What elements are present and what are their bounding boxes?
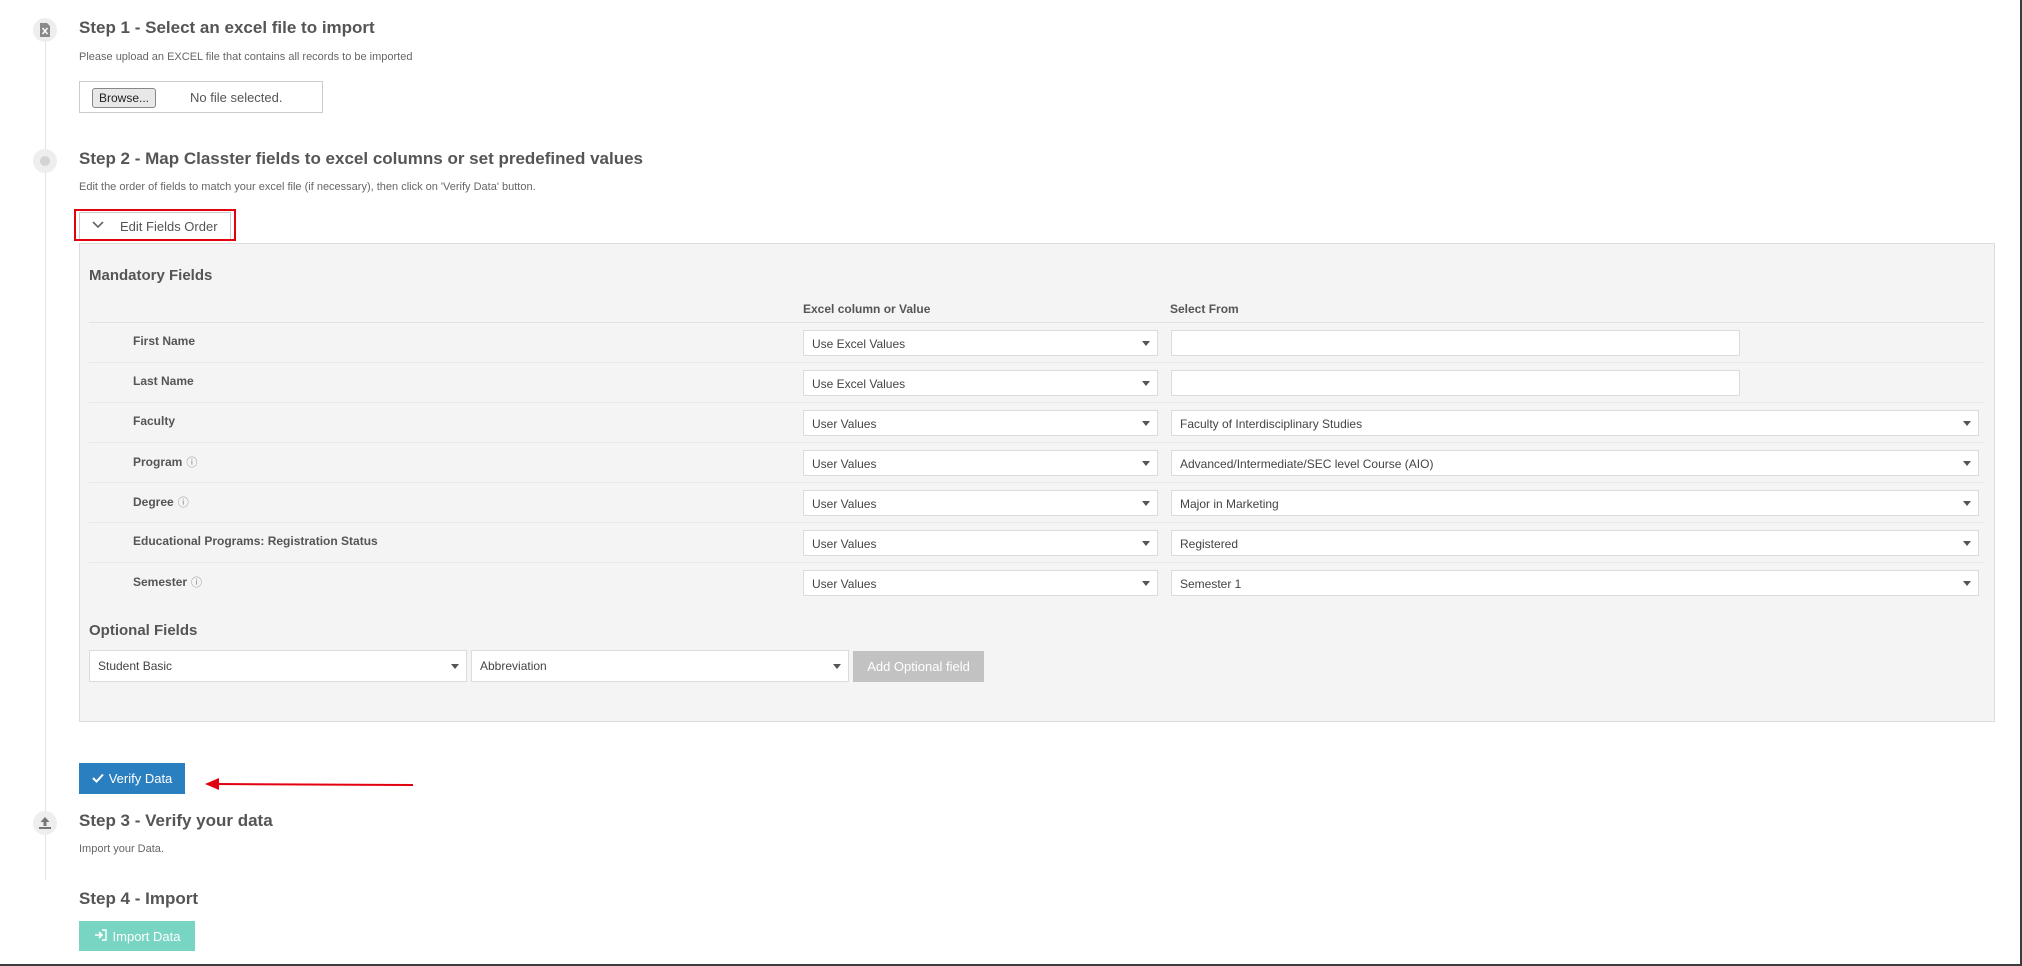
field-label-text: Last Name (133, 374, 194, 388)
info-icon[interactable]: ⓘ (191, 577, 202, 589)
mode-select-value: Use Excel Values (812, 377, 906, 391)
caret-down-icon (1142, 581, 1150, 586)
caret-down-icon (1142, 421, 1150, 426)
file-input[interactable]: Browse... No file selected. (79, 81, 323, 113)
step4-title: Step 4 - Import (79, 889, 199, 908)
field-label-semester: Semester ⓘ (133, 574, 202, 590)
field-label-faculty: Faculty (133, 414, 175, 428)
circle-icon (33, 149, 57, 173)
semester-select[interactable]: Semester 1 (1171, 570, 1979, 596)
select-value: Major in Marketing (1180, 497, 1279, 511)
verify-data-button[interactable]: Verify Data (79, 763, 185, 794)
optional-field-select[interactable]: Abbreviation (471, 650, 849, 682)
field-label-text: Educational Programs: Registration Statu… (133, 534, 378, 548)
add-optional-field-button[interactable]: Add Optional field (853, 651, 984, 682)
caret-down-icon (833, 664, 841, 669)
degree-select[interactable]: Major in Marketing (1171, 490, 1979, 516)
select-value: Student Basic (98, 659, 173, 673)
mode-select-faculty[interactable]: User Values (803, 410, 1158, 436)
row-divider (89, 482, 1984, 483)
step2-title: Step 2 - Map Classter fields to excel co… (79, 149, 644, 168)
arrow-annotation (205, 778, 413, 790)
mode-select-value: Use Excel Values (812, 337, 906, 351)
caret-down-icon (1142, 541, 1150, 546)
select-value: Registered (1180, 537, 1239, 551)
program-select[interactable]: Advanced/Intermediate/SEC level Course (… (1171, 450, 1979, 476)
field-label-text: First Name (133, 334, 196, 348)
step1-title: Step 1 - Select an excel file to import (79, 18, 375, 37)
edit-fields-order-button[interactable]: Edit Fields Order (79, 212, 231, 240)
caret-down-icon (1142, 341, 1150, 346)
step2-description: Edit the order of fields to match your e… (79, 181, 536, 193)
step1-description: Please upload an EXCEL file that contain… (79, 51, 413, 63)
select-value: Advanced/Intermediate/SEC level Course (… (1180, 457, 1434, 471)
file-status: No file selected. (190, 90, 283, 105)
import-data-button[interactable]: Import Data (79, 921, 195, 951)
select-value: Abbreviation (480, 659, 547, 673)
mode-select-first-name[interactable]: Use Excel Values (803, 330, 1158, 356)
header-divider (89, 322, 1984, 323)
caret-down-icon (1963, 541, 1971, 546)
info-icon[interactable]: ⓘ (186, 457, 197, 469)
row-divider (89, 442, 1984, 443)
optional-group-select[interactable]: Student Basic (89, 650, 467, 682)
upload-icon (33, 811, 57, 835)
field-label-text: Program (133, 455, 183, 469)
mode-select-semester[interactable]: User Values (803, 570, 1158, 596)
field-label-text: Faculty (133, 414, 176, 428)
registration-status-select[interactable]: Registered (1171, 530, 1979, 556)
browse-button[interactable]: Browse... (92, 88, 156, 108)
caret-down-icon (1963, 461, 1971, 466)
caret-down-icon (1963, 581, 1971, 586)
field-label-text: Semester (133, 575, 188, 589)
field-label-degree: Degree ⓘ (133, 494, 189, 510)
column-header-select: Select From (1170, 302, 1239, 316)
import-data-label: Import Data (112, 928, 181, 944)
info-icon[interactable]: ⓘ (178, 497, 189, 509)
mode-select-value: User Values (812, 457, 877, 471)
mode-select-program[interactable]: User Values (803, 450, 1158, 476)
mandatory-fields-title: Mandatory Fields (89, 267, 213, 284)
excel-file-icon (33, 18, 57, 42)
sign-in-icon (94, 928, 107, 944)
caret-down-icon (1142, 461, 1150, 466)
column-header-excel: Excel column or Value (803, 302, 931, 316)
field-label-program: Program ⓘ (133, 454, 197, 470)
row-divider (89, 362, 1984, 363)
caret-down-icon (1142, 501, 1150, 506)
field-label-text: Degree (133, 495, 174, 509)
optional-fields-title: Optional Fields (89, 622, 198, 639)
mode-select-value: User Values (812, 537, 877, 551)
faculty-select[interactable]: Faculty of Interdisciplinary Studies (1171, 410, 1979, 436)
caret-down-icon (451, 664, 459, 669)
row-divider (89, 402, 1984, 403)
select-value: Faculty of Interdisciplinary Studies (1180, 417, 1363, 431)
step3-description: Import your Data. (79, 843, 164, 855)
caret-down-icon (1142, 381, 1150, 386)
select-value: Semester 1 (1180, 577, 1242, 591)
field-label-last-name: Last Name (133, 374, 194, 388)
field-label-first-name: First Name (133, 334, 195, 348)
check-icon (91, 771, 104, 786)
mode-select-degree[interactable]: User Values (803, 490, 1158, 516)
mode-select-value: User Values (812, 577, 877, 591)
edit-fields-order-label: Edit Fields Order (120, 219, 218, 234)
field-label-registration-status: Educational Programs: Registration Statu… (133, 534, 378, 548)
row-divider (89, 522, 1984, 523)
verify-data-label: Verify Data (108, 771, 173, 786)
first-name-input[interactable] (1171, 330, 1740, 356)
mode-select-value: User Values (812, 497, 877, 511)
mode-select-last-name[interactable]: Use Excel Values (803, 370, 1158, 396)
chevron-down-icon (92, 218, 104, 233)
caret-down-icon (1963, 501, 1971, 506)
row-divider (89, 562, 1984, 563)
caret-down-icon (1963, 421, 1971, 426)
mode-select-registration-status[interactable]: User Values (803, 530, 1158, 556)
step3-title: Step 3 - Verify your data (79, 811, 273, 830)
last-name-input[interactable] (1171, 370, 1740, 396)
mode-select-value: User Values (812, 417, 877, 431)
